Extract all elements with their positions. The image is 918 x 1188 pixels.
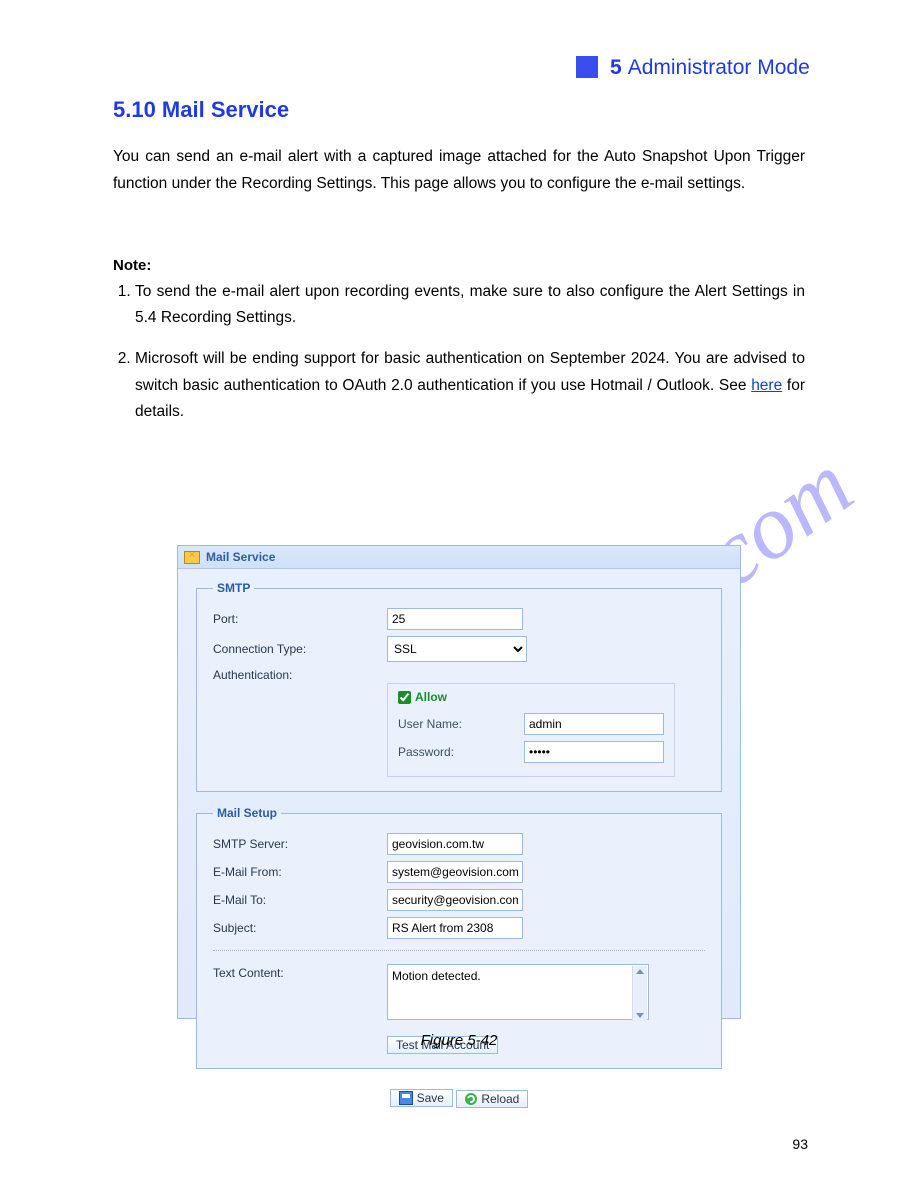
chapter-title: Administrator Mode [628,56,810,79]
page-number: 93 [792,1136,808,1152]
note-2-link[interactable]: here [751,377,782,394]
smtp-server-label: SMTP Server: [213,837,387,851]
username-label: User Name: [398,717,524,731]
email-to-input[interactable] [387,889,523,911]
panel-header: Mail Service [178,546,740,569]
reload-icon [465,1093,477,1105]
subject-input[interactable] [387,917,523,939]
notes-label: Note: [113,253,805,279]
port-input[interactable] [387,608,523,630]
text-content-label: Text Content: [213,964,387,980]
form-buttons: Save Reload [196,1083,722,1108]
smtp-legend: SMTP [213,581,254,595]
mail-service-panel: Mail Service SMTP Port: Connection Type:… [177,545,741,1019]
save-button[interactable]: Save [390,1089,453,1107]
auth-box: Allow User Name: Password: [387,683,675,777]
note-item-2: Microsoft will be ending support for bas… [135,346,805,426]
textarea-scrollbar[interactable] [632,966,647,1021]
chapter-square-icon [576,56,598,78]
intro-paragraph: You can send an e-mail alert with a capt… [113,144,805,197]
mail-setup-legend: Mail Setup [213,806,281,820]
note-2-text-a: Microsoft will be ending support for bas… [135,350,805,394]
email-to-label: E-Mail To: [213,893,387,907]
smtp-group: SMTP Port: Connection Type: SSL [196,581,722,792]
notes-block: Note: To send the e-mail alert upon reco… [113,253,805,440]
subject-label: Subject: [213,921,387,935]
allow-label: Allow [415,690,447,704]
auth-label: Authentication: [213,668,387,682]
reload-button[interactable]: Reload [456,1090,528,1108]
email-from-input[interactable] [387,861,523,883]
note-item-1: To send the e-mail alert upon recording … [135,279,805,332]
divider [213,950,705,951]
reload-button-label: Reload [481,1092,519,1106]
figure-caption: Figure 5-42 [0,1032,918,1049]
chapter-number: 5 [610,56,622,79]
port-label: Port: [213,612,387,626]
section-heading: 5.10 Mail Service [113,97,289,123]
chapter-heading: 5 Administrator Mode [610,56,810,80]
disk-icon [399,1091,413,1105]
username-input[interactable] [524,713,664,735]
conn-type-select[interactable]: SSL [387,636,527,662]
smtp-server-input[interactable] [387,833,523,855]
email-from-label: E-Mail From: [213,865,387,879]
conn-type-label: Connection Type: [213,642,387,656]
panel-title: Mail Service [206,550,275,564]
text-content-textarea[interactable] [387,964,649,1020]
allow-checkbox[interactable] [398,691,411,704]
save-button-label: Save [417,1091,444,1105]
mail-setup-group: Mail Setup SMTP Server: E-Mail From: E-M… [196,806,722,1069]
password-label: Password: [398,745,524,759]
mail-icon [184,551,200,564]
password-input[interactable] [524,741,664,763]
